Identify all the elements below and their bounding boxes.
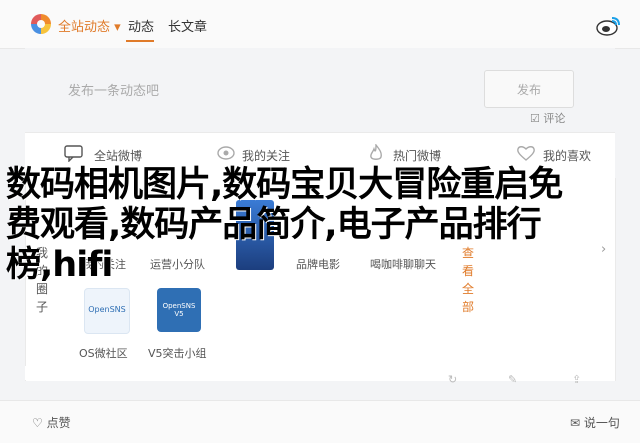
edit-icon[interactable]: ✎ <box>508 373 517 386</box>
filter-my-follows[interactable]: 我的关注 <box>242 147 290 164</box>
top-nav-bar: 全站动态 ▾ 动态 长文章 <box>0 0 640 49</box>
tab-feed[interactable]: 动态 <box>128 16 154 35</box>
tile-label: OpenSNS <box>88 305 126 314</box>
flame-icon <box>370 144 382 160</box>
checkbox-icon: ☑ <box>530 112 540 125</box>
heart-icon: ♡ <box>32 416 43 430</box>
comment-button-label: 说一句 <box>583 416 620 430</box>
refresh-icon[interactable]: ↻ <box>448 373 457 386</box>
filter-my-likes[interactable]: 我的喜欢 <box>543 147 591 164</box>
app-tile-os[interactable]: OpenSNS <box>84 288 130 334</box>
headline-line-1: 数码相机图片,数码宝贝大冒险重启免 <box>6 165 563 205</box>
headline-line-3: 榜,hifi <box>6 245 113 285</box>
weibo-icon[interactable] <box>596 14 622 36</box>
app-name[interactable]: OS微社区 <box>79 345 128 361</box>
heart-icon <box>517 146 535 161</box>
headline-title: 数码相机图片,数码宝贝大冒险重启免 费观看,数码产品简介,电子产品排行 <box>6 165 636 245</box>
bottom-bar <box>0 400 640 443</box>
headline-line-2: 费观看,数码产品简介,电子产品排行 <box>6 205 542 245</box>
eye-icon <box>217 146 235 160</box>
tile-label: OpenSNS V5 <box>162 302 196 318</box>
app-name[interactable]: V5突击小组 <box>148 345 207 361</box>
tab-articles[interactable]: 长文章 <box>168 16 207 35</box>
comment-label: 评论 <box>543 112 566 125</box>
publish-button[interactable]: 发布 <box>484 70 574 108</box>
speech-icon: ✉ <box>570 416 581 430</box>
like-label: 点赞 <box>46 416 71 430</box>
scope-dropdown[interactable]: 全站动态 ▾ <box>58 16 121 35</box>
card-footer <box>25 366 490 380</box>
filter-hot-weibo[interactable]: 热门微博 <box>393 147 441 164</box>
active-tab-indicator <box>126 40 154 42</box>
comment-toggle[interactable]: ☑ 评论 <box>530 110 565 126</box>
share-icon[interactable]: ⇪ <box>572 373 581 386</box>
composer-input[interactable]: 发布一条动态吧 <box>68 80 159 99</box>
app-tile-v5[interactable]: OpenSNS V5 <box>157 288 201 332</box>
publish-button-label: 发布 <box>516 83 541 97</box>
chat-icon <box>64 145 83 162</box>
site-logo-icon[interactable] <box>31 14 51 34</box>
comment-button[interactable]: ✉ 说一句 <box>570 414 620 431</box>
like-button[interactable]: ♡ 点赞 <box>32 414 71 431</box>
filter-all-weibo[interactable]: 全站微博 <box>94 147 142 164</box>
